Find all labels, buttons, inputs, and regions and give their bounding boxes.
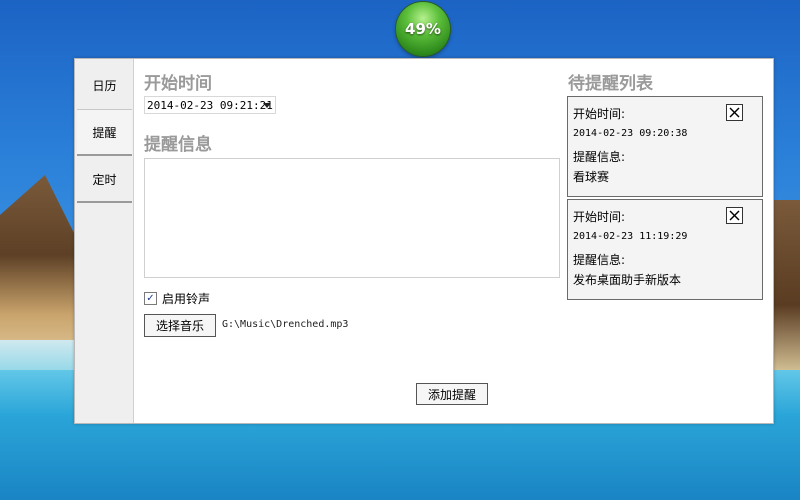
pending-list-title: 待提醒列表 [568,74,653,94]
delete-reminder-button[interactable] [726,207,743,224]
tab-calendar[interactable]: 日历 [77,63,132,107]
tab-timer[interactable]: 定时 [77,157,132,203]
progress-label: 49% [405,20,441,38]
checkmark-icon: ✓ [146,292,155,304]
enable-ringtone-label: 启用铃声 [162,292,211,306]
delete-reminder-button[interactable] [726,104,743,121]
enable-ringtone-checkbox[interactable]: ✓ [144,292,157,305]
tab-calendar-label: 日历 [92,78,117,93]
reminder-message: 发布桌面助手新版本 [573,273,682,287]
reminder-info-label: 提醒信息: [573,150,626,164]
close-icon [729,107,740,118]
reminder-time: 2014-02-23 09:20:38 [573,128,688,139]
tab-reminder-label: 提醒 [92,125,117,140]
tab-reminder[interactable]: 提醒 [77,109,132,156]
reminder-start-label: 开始时间: [573,210,626,224]
reminder-info-label: 提醒信息: [573,253,626,267]
progress-orb[interactable]: 49% [396,2,450,56]
reminder-card: 开始时间: 2014-02-23 11:19:29 提醒信息: 发布桌面助手新版… [567,199,763,300]
message-title: 提醒信息 [144,135,212,155]
chevron-down-icon [263,103,271,108]
start-time-value: 2014-02-23 09:21:21 [147,98,273,112]
reminder-card: 开始时间: 2014-02-23 09:20:38 提醒信息: 看球赛 [567,96,763,197]
reminder-window: 日历 提醒 定时 开始时间 2014-02-23 09:21:21 提醒信息 ✓… [74,58,774,424]
enable-ringtone-row[interactable]: ✓ 启用铃声 [144,290,210,307]
sidebar-tabs: 日历 提醒 定时 [75,59,134,423]
resort-scenery-right [770,200,800,375]
music-path: G:\Music\Drenched.mp3 [222,319,349,330]
reminder-message: 看球赛 [573,170,610,184]
close-icon [729,210,740,221]
reminder-start-label: 开始时间: [573,107,626,121]
choose-music-button[interactable]: 选择音乐 [144,314,216,337]
reminder-time: 2014-02-23 11:19:29 [573,231,688,242]
add-reminder-button[interactable]: 添加提醒 [416,383,488,405]
message-textarea[interactable] [144,158,560,278]
tab-timer-label: 定时 [92,172,117,187]
start-time-picker[interactable]: 2014-02-23 09:21:21 [144,96,276,114]
choose-music-label: 选择音乐 [155,319,204,333]
add-reminder-label: 添加提醒 [427,387,476,402]
start-time-title: 开始时间 [144,74,212,94]
